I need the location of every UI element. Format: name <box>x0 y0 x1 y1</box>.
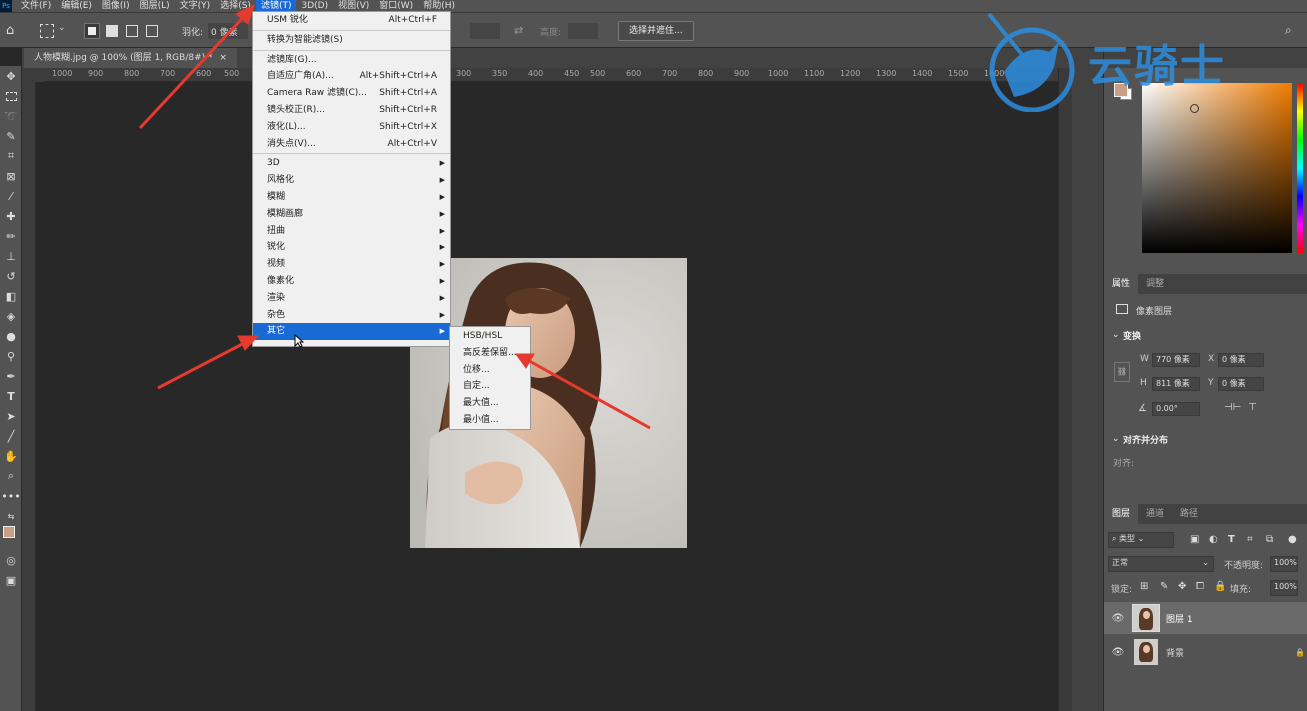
annotation-arrow <box>138 8 252 130</box>
annotation-arrows <box>138 4 651 430</box>
annotation-arrow <box>157 338 251 390</box>
annotation-arrow <box>523 356 651 430</box>
annotation-arrowhead <box>237 335 260 351</box>
